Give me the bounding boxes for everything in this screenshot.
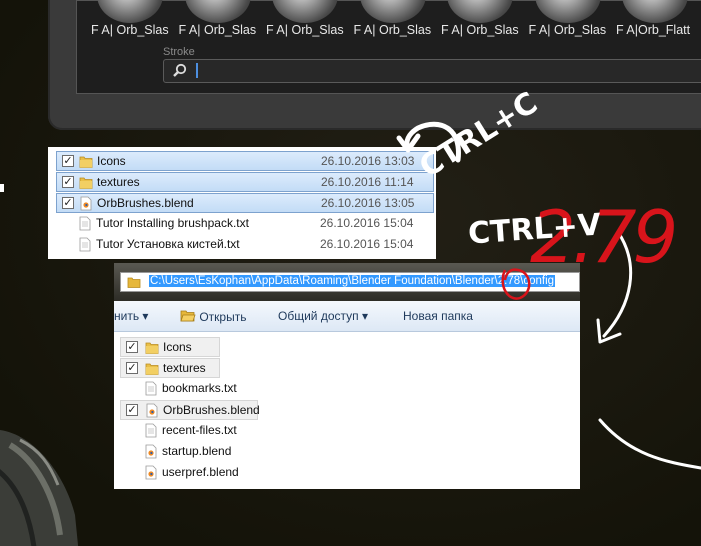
file-name: Icons <box>163 340 192 354</box>
folder-icon <box>79 177 93 189</box>
file-date: 26.10.2016 15:04 <box>320 237 414 251</box>
brush-name: F A| Orb_Slas <box>91 23 169 37</box>
file-name: textures <box>97 175 140 189</box>
brush-thumbnail[interactable]: F A| Orb_Slas <box>529 0 607 41</box>
folder-icon <box>79 156 93 168</box>
row-checkbox[interactable]: ✓ <box>62 155 74 167</box>
file-date: 26.10.2016 15:04 <box>320 216 414 230</box>
paste-hotkey-note: CTRL+V <box>466 207 603 252</box>
file-row[interactable]: bookmarks.txt <box>120 379 250 399</box>
address-path[interactable]: C:\Users\EsKophan\AppData\Roaming\Blende… <box>149 275 556 287</box>
file-name: recent-files.txt <box>162 423 237 437</box>
text-file-icon <box>145 423 157 438</box>
file-name: bookmarks.txt <box>162 381 237 395</box>
brush-preview-sphere <box>272 0 338 23</box>
config-folder-window: C:\Users\EsKophan\AppData\Roaming\Blende… <box>114 263 580 489</box>
paste-arrow-icon <box>602 230 633 338</box>
brush-name: F A| Orb_Slas <box>528 23 607 37</box>
brush-preview-sphere <box>622 0 688 23</box>
folder-icon <box>127 277 141 288</box>
file-row[interactable]: userpref.blend <box>120 463 250 483</box>
row-checkbox[interactable]: ✓ <box>62 176 74 188</box>
text-file-icon <box>79 237 91 252</box>
brush-thumbnail[interactable]: F A| Orb_Slas <box>354 0 432 41</box>
brush-preview-sphere <box>184 0 251 23</box>
share-button[interactable]: Общий доступ ▾ <box>278 309 368 323</box>
continue-arrow-icon <box>598 418 701 470</box>
open-label: Открыть <box>199 310 247 324</box>
brush-thumbnail[interactable]: F A|Orb_Flatt <box>616 0 694 41</box>
brush-name: F A| Orb_Slas <box>441 23 519 37</box>
brush-preview-sphere <box>359 0 426 23</box>
row-checkbox[interactable]: ✓ <box>126 341 138 353</box>
brush-browser: F A| Orb_Slas F A| Orb_Slas F A| Orb_Slas F… <box>76 0 701 94</box>
organize-button[interactable]: нить ▾ <box>114 309 148 323</box>
file-name: Tutor Установка кистей.txt <box>96 237 240 251</box>
dropdown-arrow-icon: ▾ <box>361 309 368 323</box>
file-name: OrbBrushes.blend <box>163 403 260 417</box>
brush-thumbnail[interactable]: F A| Orb_Slas <box>91 0 169 41</box>
blend-file-icon <box>146 403 158 418</box>
text-file-icon <box>145 381 157 396</box>
brush-name: F A| Orb_Slas <box>178 23 257 37</box>
share-label: Общий доступ <box>278 309 359 323</box>
organize-label: нить <box>114 309 140 323</box>
stroke-section-label: Stroke <box>163 46 195 58</box>
text-file-icon <box>79 216 91 231</box>
address-bar-strip: C:\Users\EsKophan\AppData\Roaming\Blende… <box>114 263 580 301</box>
file-name: Icons <box>97 154 126 168</box>
file-name: startup.blend <box>162 444 232 458</box>
dropdown-arrow-icon: ▾ <box>142 309 149 323</box>
new-folder-button[interactable]: Новая папка <box>403 309 473 323</box>
row-checkbox[interactable]: ✓ <box>126 404 138 416</box>
blend-file-icon <box>80 196 92 211</box>
brush-name: F A| Orb_Slas <box>353 23 432 37</box>
blend-file-icon <box>145 465 157 480</box>
row-checkbox[interactable]: ✓ <box>126 362 138 374</box>
helmet-model-image <box>0 430 79 546</box>
file-date: 26.10.2016 13:03 <box>321 154 415 168</box>
file-row[interactable]: ✓ textures <box>120 358 220 378</box>
address-bar[interactable]: C:\Users\EsKophan\AppData\Roaming\Blende… <box>120 272 580 292</box>
magnifier-icon <box>173 63 187 77</box>
edge-mark <box>0 184 4 192</box>
file-row[interactable]: ✓ textures 26.10.2016 11:14 <box>56 172 434 192</box>
file-row[interactable]: ✓ OrbBrushes.blend 26.10.2016 13:05 <box>56 193 434 213</box>
file-row[interactable]: startup.blend <box>120 442 250 462</box>
brush-thumbnail[interactable]: F A| Orb_Slas <box>266 0 344 41</box>
brush-preview-sphere <box>447 0 513 23</box>
file-row[interactable]: Tutor Installing brushpack.txt 26.10.2016… <box>56 214 436 234</box>
open-button[interactable]: Открыть <box>180 309 246 324</box>
file-row[interactable]: Tutor Установка кистей.txt 26.10.2016 15:… <box>56 235 436 255</box>
file-name: Tutor Installing brushpack.txt <box>96 216 249 230</box>
file-row[interactable]: ✓ Icons <box>120 337 220 357</box>
source-file-list: ✓ Icons 26.10.2016 13:03 ✓ textures 26.10.201… <box>48 147 436 259</box>
open-folder-icon <box>180 310 196 322</box>
file-name: textures <box>163 361 206 375</box>
file-row[interactable]: ✓ OrbBrushes.blend <box>120 400 260 420</box>
row-checkbox[interactable]: ✓ <box>62 197 74 209</box>
folder-icon <box>145 342 159 354</box>
file-row[interactable]: recent-files.txt <box>120 421 250 441</box>
file-name: userpref.blend <box>162 465 239 479</box>
file-name: OrbBrushes.blend <box>97 196 194 210</box>
file-row[interactable]: ✓ Icons 26.10.2016 13:03 <box>56 151 434 171</box>
brush-name: F A|Orb_Flatt <box>616 23 691 37</box>
file-date: 26.10.2016 13:05 <box>321 196 415 210</box>
brush-name: F A| Orb_Slas <box>266 23 344 37</box>
brush-thumbnail[interactable]: F A| Orb_Slas <box>441 0 519 41</box>
brush-search-input[interactable] <box>163 59 701 83</box>
text-caret <box>196 63 198 78</box>
brush-thumbnail[interactable]: F A| Orb_Slas <box>179 0 257 41</box>
blend-file-icon <box>145 444 157 459</box>
tutorial-screenshot: F A| Orb_Slas F A| Orb_Slas F A| Orb_Slas F… <box>0 0 701 546</box>
file-date: 26.10.2016 11:14 <box>321 175 414 189</box>
folder-icon <box>145 363 159 375</box>
brush-preview-sphere <box>97 0 163 23</box>
brush-preview-sphere <box>534 0 601 23</box>
command-bar: нить ▾ Открыть Общий доступ ▾ Новая папк… <box>114 301 580 332</box>
